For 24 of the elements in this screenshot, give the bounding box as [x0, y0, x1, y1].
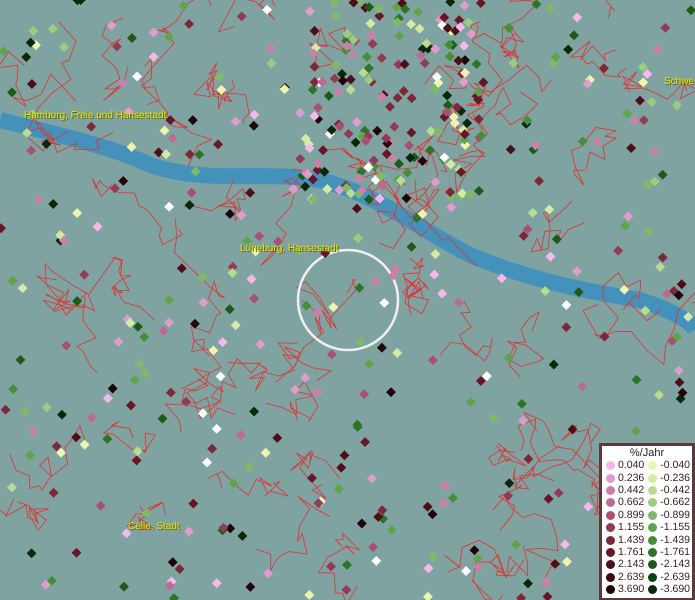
legend-value: 0.040 [618, 460, 644, 472]
legend-value: 2.639 [618, 572, 644, 583]
legend-value: -0.442 [660, 484, 690, 496]
legend-value: -1.761 [660, 546, 690, 558]
legend-value: 2.143 [618, 559, 644, 570]
legend-value: 0.662 [618, 497, 644, 508]
legend-value: -1.439 [660, 534, 690, 546]
legend-value: -0.040 [660, 460, 690, 472]
legend-value: 1.155 [618, 522, 644, 534]
legend-value: 0.899 [618, 510, 644, 521]
legend-value: 1.761 [618, 546, 644, 558]
legend-title: %/Jahr [630, 447, 664, 460]
legend-value: 3.690 [618, 584, 644, 596]
legend-value: 1.439 [618, 534, 644, 546]
legend-value: -1.155 [660, 522, 690, 534]
legend-value: -0.899 [660, 510, 690, 521]
legend-value: -0.662 [660, 497, 690, 508]
legend-value: -0.236 [660, 472, 690, 484]
legend-value: 0.236 [618, 472, 644, 484]
legend-value: -2.143 [660, 559, 690, 570]
legend-value: 0.442 [618, 484, 644, 496]
legend-value: -2.639 [660, 572, 690, 583]
place-label: Hamburg, Freie und Hansestadt [24, 110, 166, 122]
legend-value: -3.690 [660, 584, 690, 596]
